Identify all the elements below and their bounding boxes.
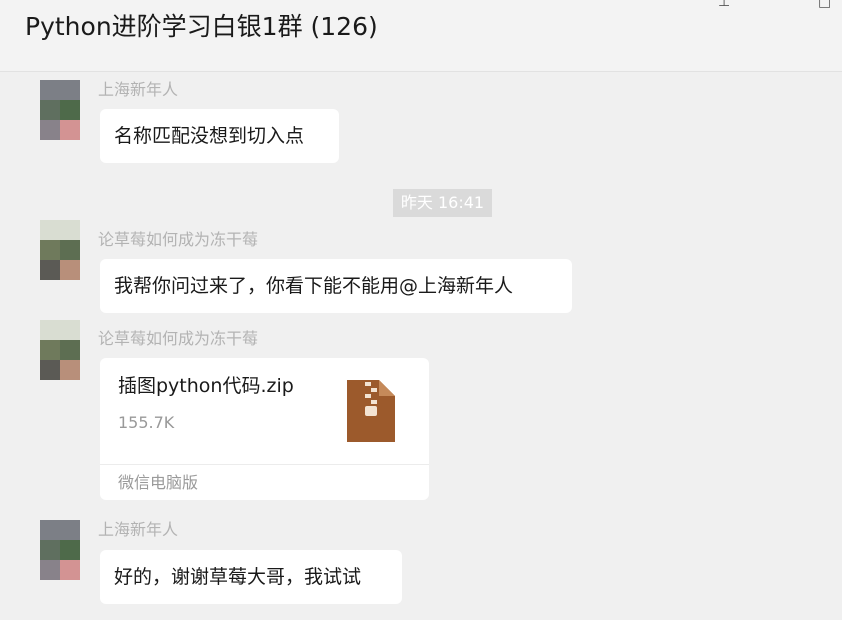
sender-name: 论草莓如何成为冻干莓: [98, 329, 259, 348]
file-name: 插图python代码.zip: [118, 375, 294, 397]
avatar[interactable]: [40, 220, 96, 280]
file-source: 微信电脑版: [118, 473, 199, 492]
message-text: 名称匹配没想到切入点: [114, 125, 305, 147]
avatar[interactable]: [40, 80, 96, 140]
chat-title: Python进阶学习白银1群 (126): [25, 12, 378, 41]
pin-icon[interactable]: ⊥: [718, 0, 730, 10]
message-bubble[interactable]: 我帮你问过来了，你看下能不能用@上海新年人: [100, 259, 572, 313]
message-bubble[interactable]: 名称匹配没想到切入点: [100, 109, 339, 163]
file-message-card[interactable]: 插图python代码.zip 155.7K 微信电脑版: [100, 358, 429, 500]
message-bubble[interactable]: 好的，谢谢草莓大哥，我试试: [100, 550, 402, 604]
timestamp-label: 昨天 16:41: [393, 189, 492, 217]
avatar[interactable]: [40, 520, 96, 580]
sender-name: 上海新年人: [98, 520, 179, 539]
close-icon[interactable]: □: [818, 0, 831, 10]
message-text: 好的，谢谢草莓大哥，我试试: [114, 566, 362, 588]
divider: [100, 464, 429, 465]
sender-name: 上海新年人: [98, 80, 179, 99]
chat-header: Python进阶学习白银1群 (126) ⊥ □: [0, 0, 842, 72]
zip-file-icon: [347, 380, 395, 442]
avatar[interactable]: [40, 320, 96, 380]
message-text: 我帮你问过来了，你看下能不能用@上海新年人: [114, 275, 514, 297]
sender-name: 论草莓如何成为冻干莓: [98, 230, 259, 249]
file-size: 155.7K: [118, 413, 175, 432]
